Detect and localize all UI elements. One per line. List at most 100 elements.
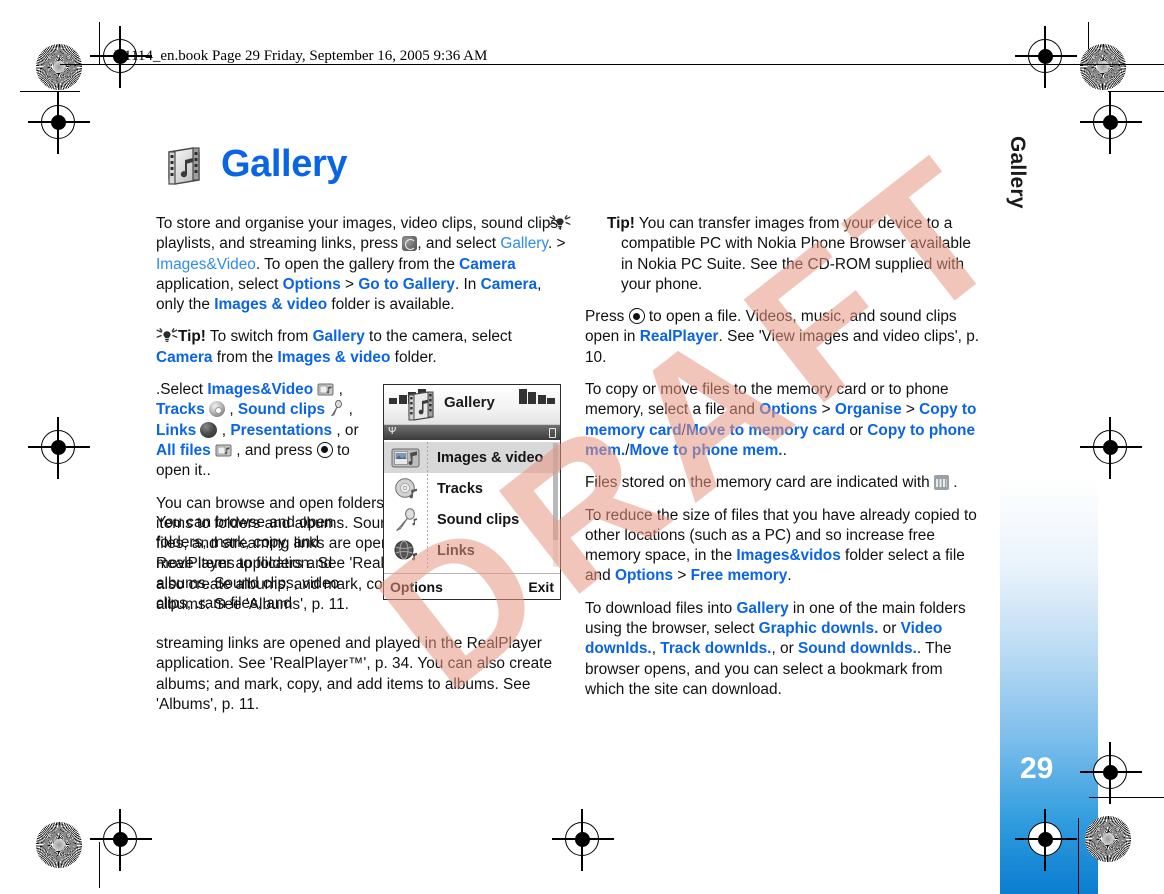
text-run: folder.: [390, 348, 437, 366]
crop-line-bottom-left: [99, 842, 100, 888]
text-run: >: [340, 275, 359, 293]
text-run: >: [817, 401, 835, 419]
registration-mark-bottom-right: [1015, 809, 1077, 871]
images-video-icon: [384, 446, 428, 470]
softkey-options[interactable]: Options: [390, 579, 443, 595]
text-run: .Select: [156, 381, 208, 399]
paragraph-copy-move: To copy or move files to the memory card…: [585, 380, 983, 461]
text-run: You can transfer images from your device…: [621, 215, 971, 293]
text-run: To download files into: [585, 599, 737, 617]
paragraph-memory-card-indicator: Files stored on the memory card are indi…: [585, 473, 983, 493]
registration-mark-left-middle: [28, 417, 90, 479]
text-run: >: [901, 401, 920, 419]
softkey-exit[interactable]: Exit: [528, 579, 554, 595]
phone-list-item-label: Links: [437, 542, 475, 559]
starburst-mark-top-right: [1080, 44, 1126, 90]
phone-gallery-app-icon: [404, 388, 438, 422]
text-run: ,: [344, 401, 353, 419]
paragraph-browse-open-narrow: You can browse and open folders, mark, c…: [156, 514, 340, 613]
link-images-and-video: Images & video: [277, 348, 391, 366]
link-organise: Organise: [834, 401, 902, 419]
text-run: ,: [651, 640, 661, 658]
phone-status-bar: Ψ: [384, 425, 560, 440]
phone-menu-list: Images & video Tracks Sound clips Links: [384, 440, 560, 571]
link-options: Options: [759, 401, 818, 419]
text-run: . >: [547, 235, 566, 253]
microphone-icon: [384, 507, 428, 532]
phone-list-item-label: Tracks: [437, 480, 483, 497]
page-number: 29: [1020, 752, 1054, 785]
text-run: .: [782, 441, 787, 459]
link-gallery: Gallery: [500, 235, 548, 253]
text-run: . To open the gallery from the: [255, 255, 460, 273]
paragraph-select-folders: .Select Images&Video , Tracks , Sound cl…: [156, 380, 361, 481]
text-run: folder is available.: [327, 296, 455, 314]
text-run: , and select: [417, 235, 501, 253]
link-images-video: Images&Video: [156, 255, 256, 273]
phone-screen-title: Gallery: [444, 394, 495, 411]
right-text-column: Tip! You can transfer images from your d…: [549, 214, 983, 712]
memory-card-icon: [934, 475, 950, 491]
document-header-text: R1114_en.book Page 29 Friday, September …: [114, 48, 488, 64]
paragraph-download-files: To download files into Gallery in one of…: [585, 599, 983, 700]
paragraph-free-memory: To reduce the size of files that you hav…: [585, 506, 983, 587]
text-run: To switch from: [205, 328, 313, 346]
scroll-key-icon: [628, 308, 645, 325]
microphone-icon: [329, 400, 344, 417]
tip-paragraph-2: Tip! You can transfer images from your d…: [549, 214, 983, 295]
film-folder-icon: [317, 382, 334, 397]
starburst-mark-top-left: [36, 44, 82, 90]
paragraph-browse-open-wide: streaming links are opened and played in…: [156, 635, 553, 713]
registration-mark-left-upper: [28, 92, 90, 154]
phone-list-item-images-video[interactable]: Images & video: [384, 442, 560, 473]
link-gallery: Gallery: [312, 328, 365, 346]
crop-line-right-lower: [1089, 797, 1164, 798]
text-run: , or: [771, 640, 798, 658]
text-run: ,: [217, 421, 231, 439]
link-links: Links: [156, 421, 197, 439]
tip-label: Tip!: [178, 328, 206, 346]
text-run: or: [878, 620, 901, 638]
registration-mark-right-lower: [1080, 742, 1142, 804]
film-folder-icon: [215, 443, 232, 458]
link-free-memory: Free memory: [690, 567, 788, 585]
paragraph-press-open: Press to open a file. Videos, music, and…: [585, 307, 983, 368]
disc-icon: [384, 477, 428, 501]
link-all-files: All files: [156, 441, 211, 459]
link-camera-2: Camera: [480, 275, 538, 293]
phone-softkey-bar: Options Exit: [384, 573, 560, 599]
crop-line-left-upper: [20, 91, 80, 92]
registration-mark-top-right: [1015, 26, 1077, 88]
crop-line-bottom-right-vertical: [1078, 818, 1079, 894]
text-run: Press: [585, 308, 629, 326]
link-tracks: Tracks: [156, 401, 205, 419]
phone-scrollbar[interactable]: [553, 443, 558, 567]
crop-line-right-upper: [1108, 91, 1164, 92]
phone-list-item-sound-clips[interactable]: Sound clips: [384, 504, 560, 535]
text-run: ,: [225, 401, 238, 419]
link-sound-downlds: Sound downlds.: [797, 640, 917, 658]
link-options: Options: [614, 567, 674, 585]
link-go-to-gallery: Go to Gallery: [358, 275, 455, 293]
text-run: Files stored on the memory card are indi…: [585, 474, 935, 492]
starburst-mark-right-lower: [1085, 816, 1131, 862]
text-run: >: [673, 567, 691, 585]
text-run: or: [845, 421, 868, 439]
scroll-key-icon: [316, 441, 333, 458]
phone-list-item-tracks[interactable]: Tracks: [384, 473, 560, 504]
registration-mark-bottom-left: [90, 809, 152, 871]
text-run: .: [949, 474, 958, 492]
link-move-to-phone-mem: Move to phone mem.: [629, 441, 783, 459]
text-run: , and press: [232, 441, 317, 459]
disc-icon: [209, 401, 226, 418]
phone-list-item-links[interactable]: Links: [384, 535, 560, 566]
phone-screenshot: Gallery Ψ Images & video Tracks Sound cl…: [383, 384, 561, 600]
link-graphic-downls: Graphic downls.: [758, 620, 879, 638]
link-presentations: Presentations: [230, 421, 333, 439]
link-options: Options: [282, 275, 341, 293]
link-sound-clips: Sound clips: [237, 401, 326, 419]
chapter-side-tab-label: Gallery: [1006, 136, 1029, 209]
link-images-and-video: Images & video: [214, 296, 328, 314]
text-run: ,: [334, 381, 343, 399]
registration-mark-bottom-center: [552, 809, 614, 871]
